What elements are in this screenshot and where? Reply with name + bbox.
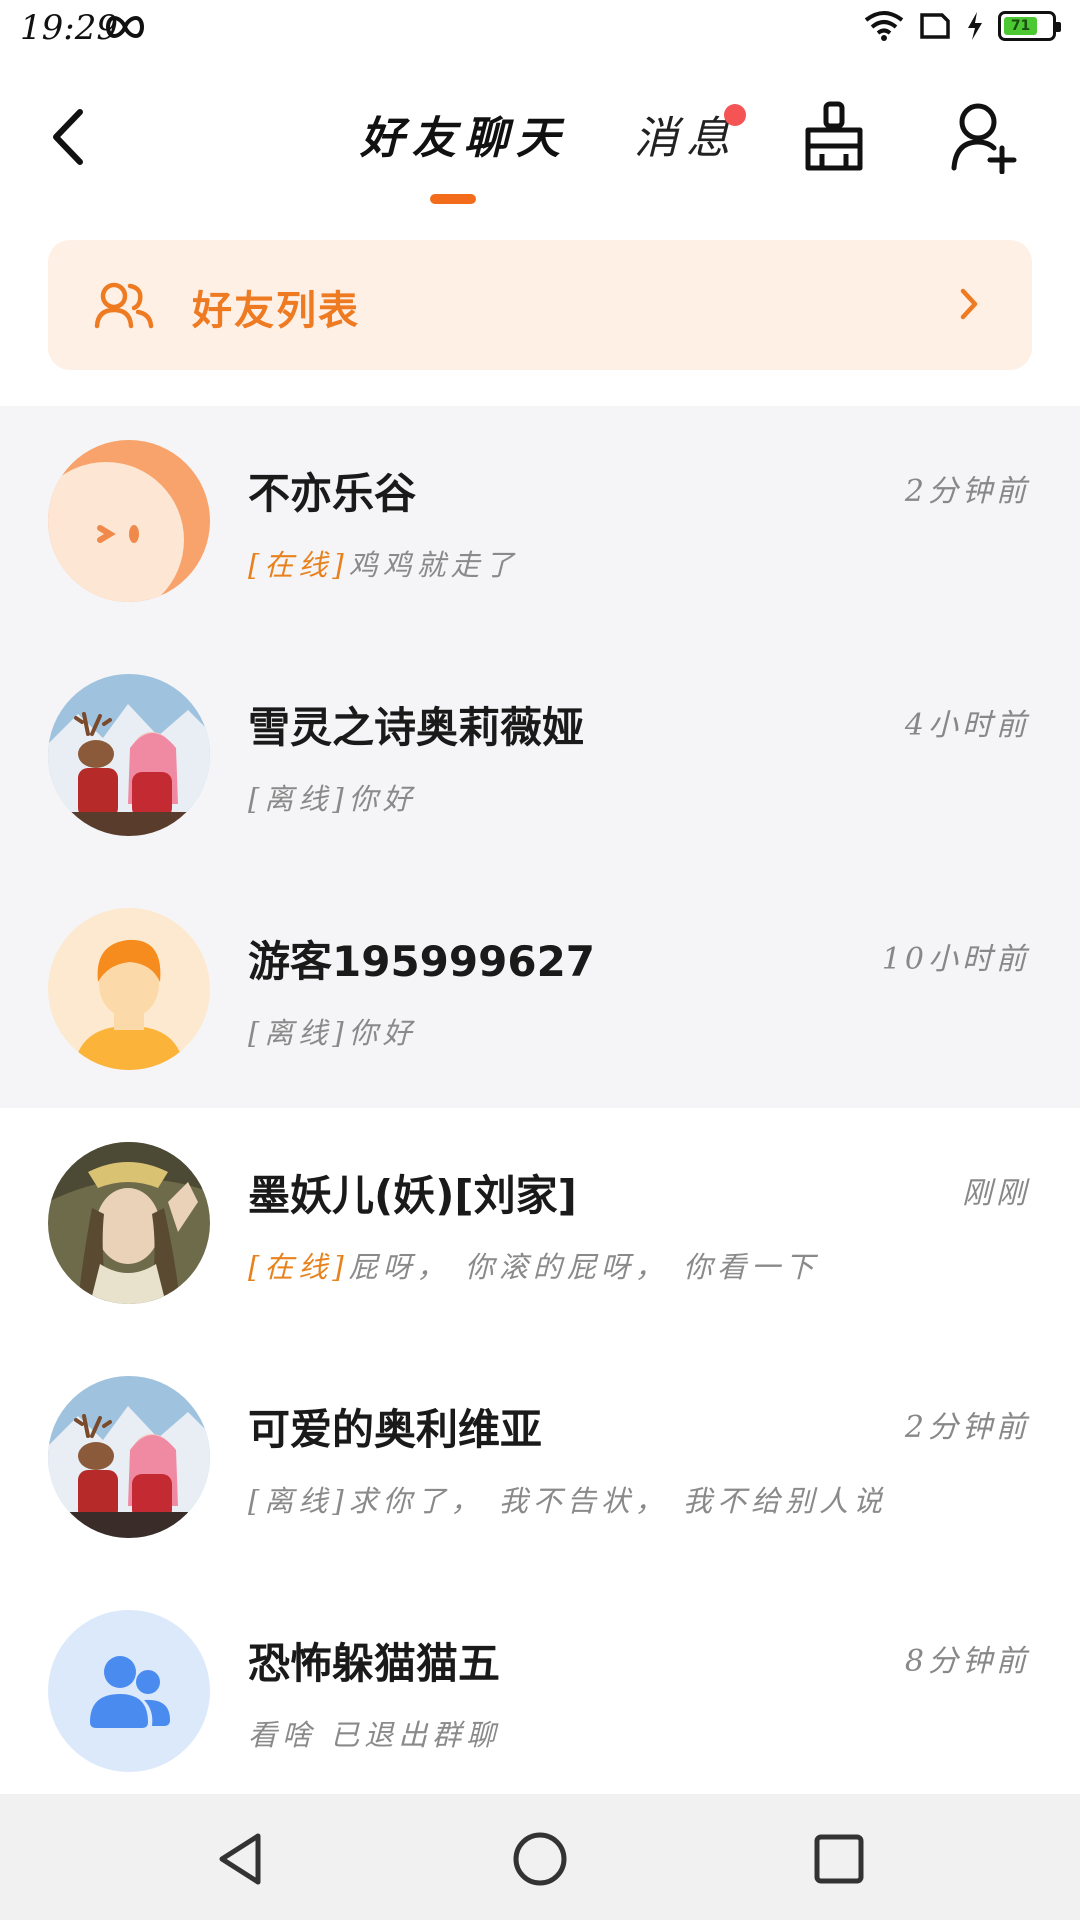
- message-preview: [在线]屁呀， 你滚的屁呀， 你看一下: [248, 1244, 819, 1286]
- online-status: [在线]: [248, 1250, 349, 1284]
- nav-home-icon[interactable]: [511, 1830, 569, 1888]
- message-text: 鸡鸡就走了: [348, 548, 519, 582]
- chevron-right-icon: [960, 288, 978, 320]
- group-icon: [48, 1610, 210, 1772]
- nav-recents-icon[interactable]: [810, 1830, 868, 1888]
- message-time: 刚刚: [962, 1176, 1030, 1211]
- message-preview: [离线]求你了， 我不告状， 我不给别人说: [248, 1478, 887, 1520]
- charging-bolt-icon: [968, 12, 982, 40]
- contact-name: 可爱的奥利维亚: [248, 1405, 543, 1454]
- avatar: [48, 440, 210, 602]
- conversation-row[interactable]: 雪灵之诗奥莉薇娅 4小时前 [离线]你好: [0, 640, 1080, 874]
- contact-name: 墨妖儿(妖)[刘家]: [248, 1171, 577, 1220]
- conversation-row[interactable]: 恐怖躲猫猫五 8分钟前 看啥 已退出群聊: [0, 1576, 1080, 1810]
- add-friend-icon[interactable]: [950, 100, 1018, 174]
- message-time: 2分钟前: [904, 474, 1030, 509]
- infinity-icon: [106, 15, 144, 39]
- message-time: 2分钟前: [904, 1410, 1030, 1445]
- message-text: 屁呀， 你滚的屁呀， 你看一下: [348, 1250, 820, 1284]
- system-nav-bar: [0, 1794, 1080, 1920]
- contact-name: 恐怖躲猫猫五: [248, 1639, 501, 1688]
- top-nav: 好友聊天 消息: [0, 64, 1080, 214]
- users-icon: [94, 282, 154, 329]
- friend-list-button[interactable]: 好友列表: [48, 240, 1032, 370]
- recent-conversations-group: 不亦乐谷 2分钟前 [在线]鸡鸡就走了 雪灵之诗奥莉薇娅 4小时前 [离线]你好…: [0, 406, 1080, 1108]
- status-bar: 19:29 71: [0, 0, 1080, 64]
- conversation-row[interactable]: 不亦乐谷 2分钟前 [在线]鸡鸡就走了: [0, 406, 1080, 640]
- conversation-row[interactable]: 可爱的奥利维亚 2分钟前 [离线]求你了， 我不告状， 我不给别人说: [0, 1342, 1080, 1576]
- offline-status: [离线]: [248, 1016, 349, 1050]
- broom-clean-icon[interactable]: [800, 100, 868, 174]
- message-time: 8分钟前: [904, 1644, 1030, 1679]
- avatar: [48, 1142, 210, 1304]
- conversation-row[interactable]: 游客195999627 10小时前 [离线]你好: [0, 874, 1080, 1108]
- tab-friend-chat[interactable]: 好友聊天: [360, 102, 568, 166]
- active-tab-indicator: [430, 194, 476, 204]
- wifi-icon: [864, 11, 904, 41]
- back-icon[interactable]: [44, 104, 94, 170]
- avatar: [48, 908, 210, 1070]
- contact-name: 雪灵之诗奥莉薇娅: [248, 703, 585, 752]
- contact-name: 游客195999627: [248, 937, 596, 986]
- contact-name: 不亦乐谷: [248, 469, 417, 518]
- friend-list-label: 好友列表: [192, 288, 360, 334]
- offline-status: [离线]: [248, 782, 349, 816]
- nav-back-icon[interactable]: [212, 1830, 270, 1888]
- group-avatar: [48, 1610, 210, 1772]
- tab-messages[interactable]: 消息: [634, 102, 738, 166]
- sim-card-icon: [920, 13, 950, 39]
- offline-status: [离线]: [248, 1484, 349, 1518]
- online-status: [在线]: [248, 548, 349, 582]
- conversation-row[interactable]: 墨妖儿(妖)[刘家] 刚刚 [在线]屁呀， 你滚的屁呀， 你看一下: [0, 1108, 1080, 1342]
- avatar: [48, 1376, 210, 1538]
- message-text: 你好: [348, 1016, 417, 1050]
- message-preview: 看啥 已退出群聊: [248, 1712, 500, 1754]
- message-preview: [在线]鸡鸡就走了: [248, 542, 519, 584]
- battery-icon: 71: [998, 11, 1061, 41]
- message-text: 求你了， 我不告状， 我不给别人说: [348, 1484, 888, 1518]
- message-text: 你好: [348, 782, 417, 816]
- message-time: 4小时前: [904, 708, 1030, 743]
- battery-level: 71: [1010, 18, 1031, 34]
- message-preview: [离线]你好: [248, 776, 417, 818]
- conversation-list: 不亦乐谷 2分钟前 [在线]鸡鸡就走了 雪灵之诗奥莉薇娅 4小时前 [离线]你好…: [0, 406, 1080, 1810]
- message-preview: [离线]你好: [248, 1010, 417, 1052]
- avatar: [48, 674, 210, 836]
- message-time: 10小时前: [881, 942, 1030, 977]
- notification-dot: [724, 104, 746, 126]
- message-text: 看啥 已退出群聊: [248, 1718, 501, 1752]
